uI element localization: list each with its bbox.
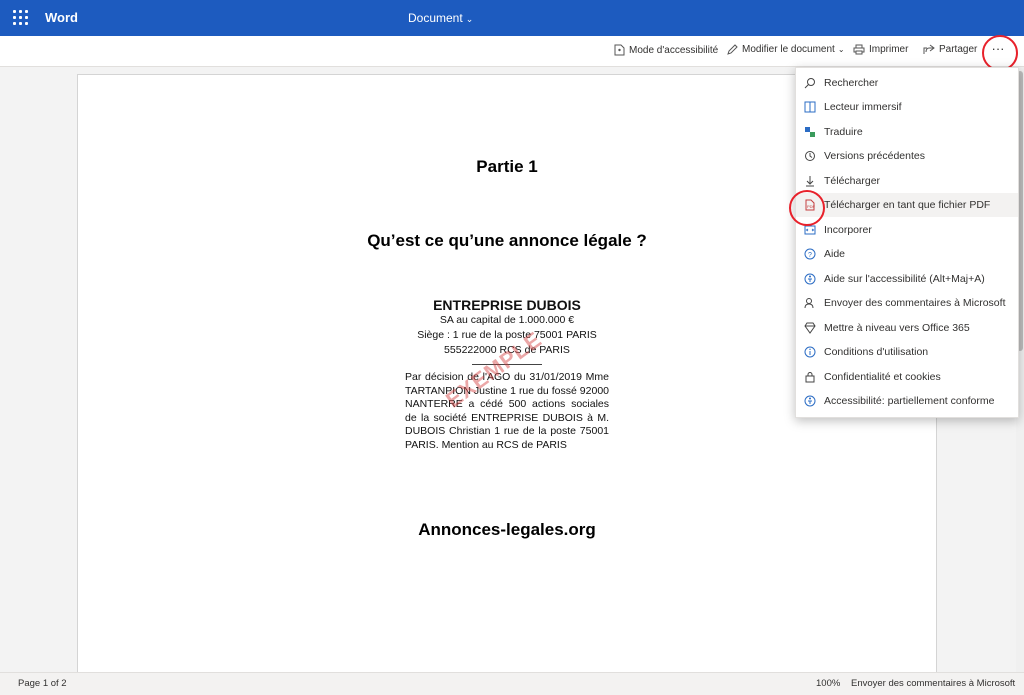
menu-item-immersive-reader[interactable]: Lecteur immersif [796,95,1018,119]
menu-item-privacy[interactable]: Confidentialité et cookies [796,365,1018,389]
chevron-down-icon: ⌄ [837,45,845,54]
site-heading: Annonces-legales.org [418,520,596,539]
notice-capital: SA au capital de 1.000.000 € [439,314,575,326]
document-title-button[interactable]: Document ⌄ [408,11,473,25]
menu-item-upgrade[interactable]: Mettre à niveau vers Office 365 [796,316,1018,340]
chevron-down-icon: ⌄ [465,14,474,24]
annotation-circle-more [982,35,1018,71]
accessibility-mode-button[interactable]: Mode d'accessibilité [614,44,718,56]
accessibility-doc-icon [614,44,625,56]
search-icon [796,77,824,89]
menu-item-translate[interactable]: Traduire [796,120,1018,144]
lock-icon [796,371,824,383]
diamond-icon [796,322,824,334]
menu-item-download[interactable]: Télécharger [796,169,1018,193]
print-label: Imprimer [869,44,909,55]
share-label: Partager [939,44,978,55]
svg-text:?: ? [808,252,812,259]
accessibility-icon [796,395,824,407]
app-launcher-icon[interactable] [13,10,29,26]
menu-item-accessibility-help[interactable]: Aide sur l'accessibilité (Alt+Maj+A) [796,267,1018,291]
download-icon [796,175,824,187]
immersive-reader-icon [796,101,824,113]
share-button[interactable]: Partager [923,44,977,55]
embed-icon [796,224,824,236]
translate-icon [796,126,824,138]
info-icon [796,346,824,358]
menu-item-terms[interactable]: Conditions d'utilisation [796,340,1018,364]
menu-item-help[interactable]: ? Aide [796,242,1018,266]
feedback-icon [796,297,824,309]
menu-item-accessibility-conformance[interactable]: Accessibilité: partiellement conforme [796,389,1018,413]
pencil-icon [727,44,738,55]
annotation-circle-pdf [789,190,825,226]
accessibility-mode-label: Mode d'accessibilité [629,44,719,56]
edit-document-label: Modifier le document [742,44,835,55]
title-bar: Word Document ⌄ [0,0,1024,36]
share-icon [923,44,935,54]
menu-item-download-pdf[interactable]: PDF Télécharger en tant que fichier PDF [796,193,1018,217]
menu-item-previous-versions[interactable]: Versions précédentes [796,144,1018,168]
feedback-link[interactable]: Envoyer des commentaires à Microsoft [851,678,1015,689]
page-indicator: Page 1 of 2 [18,678,67,689]
print-button[interactable]: Imprimer [853,44,908,55]
menu-item-embed[interactable]: Incorporer [796,218,1018,242]
menu-item-send-feedback[interactable]: Envoyer des commentaires à Microsoft [796,291,1018,315]
notice-company: ENTREPRISE DUBOIS [433,297,581,313]
notice-body: Par décision de l'AGO du 31/01/2019 Mme … [405,371,609,451]
accessibility-help-icon [796,273,824,285]
zoom-level[interactable]: 100% [816,678,840,689]
printer-icon [853,44,865,55]
help-icon: ? [796,248,824,260]
app-name[interactable]: Word [45,10,78,25]
notice-seat: Siège : 1 rue de la poste 75001 PARIS [417,329,597,341]
more-options-menu: Rechercher Lecteur immersif Traduire Ver… [795,67,1019,418]
status-bar: Page 1 of 2 100% Envoyer des commentaire… [0,672,1024,695]
command-bar: Mode d'accessibilité Modifier le documen… [0,36,1024,67]
edit-document-button[interactable]: Modifier le document ⌄ [727,44,845,55]
history-icon [796,150,824,162]
menu-item-search[interactable]: Rechercher [796,71,1018,95]
document-title: Document [408,11,463,25]
